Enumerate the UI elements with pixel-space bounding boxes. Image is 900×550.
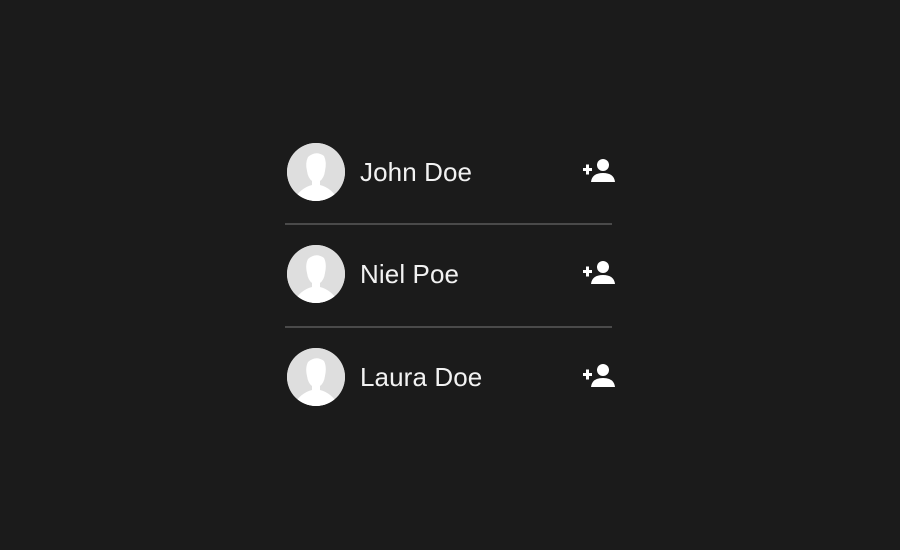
add-user-icon (583, 364, 615, 387)
contact-list: John Doe Niel Poe Laura Doe (285, 122, 615, 429)
add-user-button[interactable] (583, 260, 615, 286)
contact-row[interactable]: John Doe (285, 122, 615, 223)
add-user-button[interactable] (583, 363, 615, 389)
contact-row[interactable]: Laura Doe (285, 326, 615, 429)
add-user-icon (583, 261, 615, 284)
contact-name: Laura Doe (360, 362, 483, 392)
contact-name: Niel Poe (360, 259, 460, 289)
contact-row[interactable]: Niel Poe (285, 223, 615, 326)
contact-name: John Doe (360, 157, 473, 187)
user-silhouette-icon (287, 143, 345, 201)
avatar (287, 143, 345, 201)
user-silhouette-icon (287, 348, 345, 406)
user-silhouette-icon (287, 245, 345, 303)
avatar (287, 348, 345, 406)
add-user-button[interactable] (583, 158, 615, 184)
avatar (287, 245, 345, 303)
add-user-icon (583, 159, 615, 182)
